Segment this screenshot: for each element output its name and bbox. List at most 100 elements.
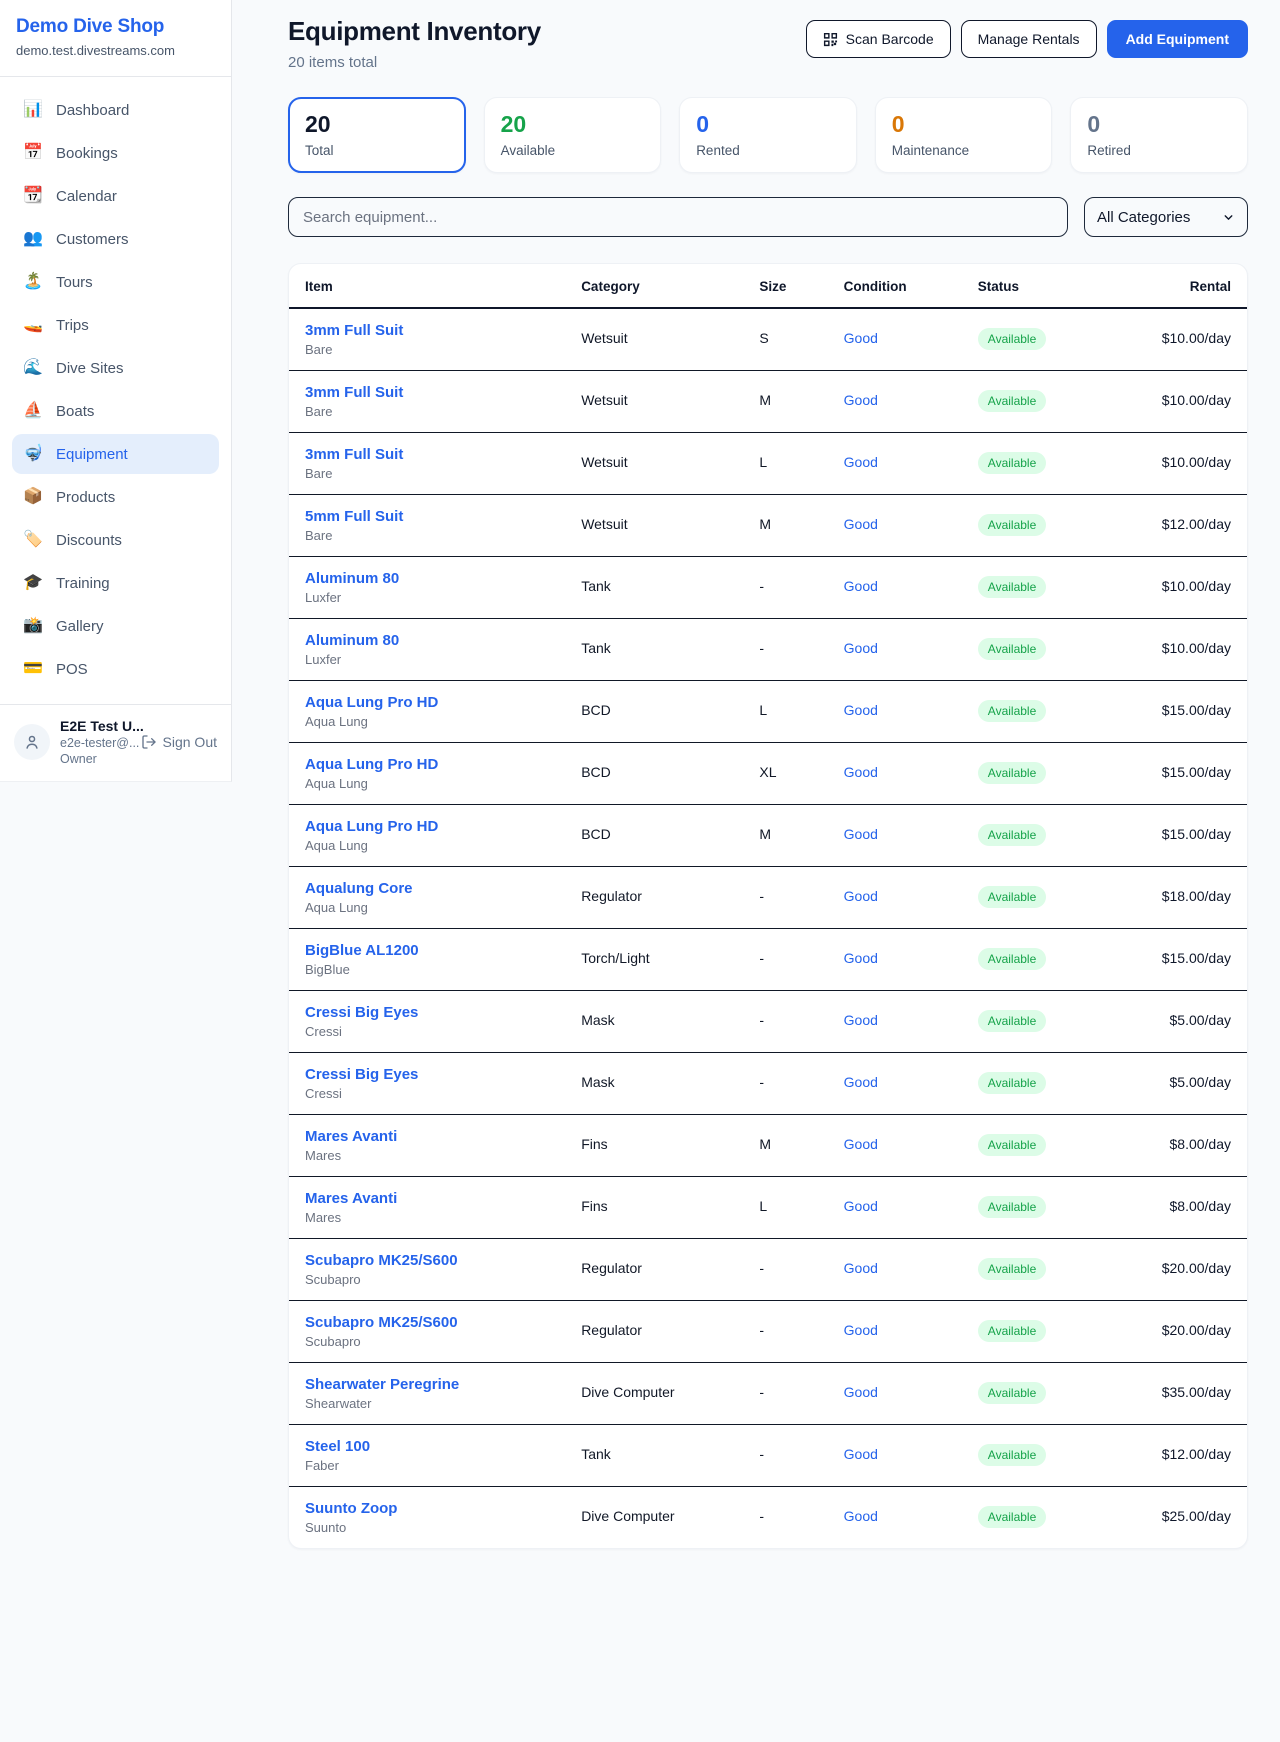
item-condition-link[interactable]: Good [844,1384,878,1400]
item-condition-link[interactable]: Good [844,702,878,718]
manage-rentals-button[interactable]: Manage Rentals [961,20,1097,58]
sidebar-item-discounts[interactable]: 🏷️ Discounts [12,520,219,560]
nav-item-label: Equipment [56,446,128,463]
table-row: Aqualung Core Aqua Lung Regulator - Good… [289,866,1247,928]
sidebar-item-equipment[interactable]: 🤿 Equipment [12,434,219,474]
item-condition-link[interactable]: Good [844,392,878,408]
item-name-link[interactable]: 3mm Full Suit [305,322,581,339]
item-category: Tank [581,640,611,656]
item-name-link[interactable]: Aluminum 80 [305,632,581,649]
status-badge: Available [978,1444,1046,1466]
item-rental-price: $10.00/day [1162,330,1231,346]
item-condition-link[interactable]: Good [844,640,878,656]
item-name-link[interactable]: 3mm Full Suit [305,446,581,463]
column-header-status: Status [978,264,1158,308]
item-name-link[interactable]: Cressi Big Eyes [305,1066,581,1083]
item-condition-link[interactable]: Good [844,1012,878,1028]
item-condition-link[interactable]: Good [844,764,878,780]
item-size: - [759,640,764,656]
item-condition-link[interactable]: Good [844,1074,878,1090]
item-name-link[interactable]: Aqua Lung Pro HD [305,818,581,835]
item-name-link[interactable]: Suunto Zoop [305,1500,581,1517]
scan-barcode-button[interactable]: Scan Barcode [806,20,951,58]
sidebar-item-dive-sites[interactable]: 🌊 Dive Sites [12,348,219,388]
scan-barcode-label: Scan Barcode [846,31,934,47]
sign-out-button[interactable]: Sign Out [141,734,217,750]
status-badge: Available [978,1196,1046,1218]
item-condition-link[interactable]: Good [844,1446,878,1462]
stat-card-maintenance[interactable]: 0 Maintenance [875,97,1053,173]
item-name-link[interactable]: Mares Avanti [305,1128,581,1145]
item-name-link[interactable]: 3mm Full Suit [305,384,581,401]
nav-item-icon: 📆 [23,188,43,204]
column-header-condition: Condition [844,264,978,308]
table-row: BigBlue AL1200 BigBlue Torch/Light - Goo… [289,928,1247,990]
item-condition-link[interactable]: Good [844,1260,878,1276]
barcode-icon [823,32,838,47]
stat-card-retired[interactable]: 0 Retired [1070,97,1248,173]
user-name: E2E Test U... [60,718,131,734]
item-category: Fins [581,1136,607,1152]
column-header-rental: Rental [1158,264,1247,308]
item-name-link[interactable]: Shearwater Peregrine [305,1376,581,1393]
item-condition-link[interactable]: Good [844,826,878,842]
item-name-link[interactable]: Scubapro MK25/S600 [305,1314,581,1331]
sidebar-item-customers[interactable]: 👥 Customers [12,219,219,259]
item-name-link[interactable]: Aluminum 80 [305,570,581,587]
search-input[interactable] [288,197,1068,237]
item-name-link[interactable]: Scubapro MK25/S600 [305,1252,581,1269]
stat-card-total[interactable]: 20 Total [288,97,466,173]
item-name-link[interactable]: Aqua Lung Pro HD [305,756,581,773]
table-row: 3mm Full Suit Bare Wetsuit L Good Availa… [289,432,1247,494]
nav-item-icon: 🚤 [23,317,43,333]
sidebar-item-boats[interactable]: ⛵ Boats [12,391,219,431]
item-condition-link[interactable]: Good [844,1198,878,1214]
item-category: Fins [581,1198,607,1214]
item-name-link[interactable]: Mares Avanti [305,1190,581,1207]
table-row: Cressi Big Eyes Cressi Mask - Good Avail… [289,1052,1247,1114]
item-name-link[interactable]: BigBlue AL1200 [305,942,581,959]
item-condition-link[interactable]: Good [844,516,878,532]
item-rental-price: $10.00/day [1162,454,1231,470]
item-condition-link[interactable]: Good [844,578,878,594]
category-select[interactable]: All Categories [1084,197,1248,237]
item-rental-price: $10.00/day [1162,640,1231,656]
item-category: Mask [581,1074,614,1090]
item-name-link[interactable]: Cressi Big Eyes [305,1004,581,1021]
stat-card-rented[interactable]: 0 Rented [679,97,857,173]
add-equipment-button[interactable]: Add Equipment [1107,20,1248,58]
sidebar-item-tours[interactable]: 🏝️ Tours [12,262,219,302]
stat-label: Available [501,143,645,158]
item-name-link[interactable]: Aqualung Core [305,880,581,897]
item-brand: Shearwater [305,1396,581,1411]
sidebar-item-bookings[interactable]: 📅 Bookings [12,133,219,173]
item-condition-link[interactable]: Good [844,1322,878,1338]
user-role: Owner [60,752,131,766]
table-row: Aluminum 80 Luxfer Tank - Good Available… [289,556,1247,618]
sidebar-item-products[interactable]: 📦 Products [12,477,219,517]
sidebar-item-calendar[interactable]: 📆 Calendar [12,176,219,216]
item-name-link[interactable]: 5mm Full Suit [305,508,581,525]
stat-value: 20 [305,111,449,138]
app-root: Demo Dive Shop demo.test.divestreams.com… [0,0,1280,1742]
sidebar-item-gallery[interactable]: 📸 Gallery [12,606,219,646]
item-condition-link[interactable]: Good [844,330,878,346]
item-condition-link[interactable]: Good [844,1508,878,1524]
item-rental-price: $18.00/day [1162,888,1231,904]
item-name-link[interactable]: Aqua Lung Pro HD [305,694,581,711]
item-category: Wetsuit [581,516,627,532]
header-actions: Scan Barcode Manage Rentals Add Equipmen… [806,20,1248,58]
item-condition-link[interactable]: Good [844,454,878,470]
item-condition-link[interactable]: Good [844,888,878,904]
table-row: Steel 100 Faber Tank - Good Available $1… [289,1424,1247,1486]
stat-value: 20 [501,111,645,138]
sidebar-item-training[interactable]: 🎓 Training [12,563,219,603]
stat-card-available[interactable]: 20 Available [484,97,662,173]
item-condition-link[interactable]: Good [844,950,878,966]
sidebar-item-pos[interactable]: 💳 POS [12,649,219,689]
item-condition-link[interactable]: Good [844,1136,878,1152]
sidebar-item-trips[interactable]: 🚤 Trips [12,305,219,345]
sidebar-item-dashboard[interactable]: 📊 Dashboard [12,90,219,130]
table-row: Suunto Zoop Suunto Dive Computer - Good … [289,1486,1247,1548]
item-name-link[interactable]: Steel 100 [305,1438,581,1455]
